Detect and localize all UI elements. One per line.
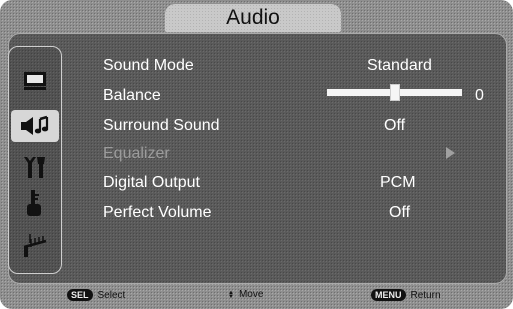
- lock-icon[interactable]: [17, 187, 53, 219]
- select-label: Select: [97, 289, 126, 301]
- audio-icon[interactable]: [11, 110, 59, 142]
- return-label: Return: [410, 289, 441, 301]
- menu-panel: [8, 33, 507, 284]
- footer-return-hint: MENU Return: [371, 289, 441, 301]
- menu-item-surround-sound[interactable]: Surround Sound: [103, 117, 220, 135]
- submenu-arrow-icon: [446, 147, 455, 159]
- footer-move-hint: ▲ ▼ Move: [228, 289, 263, 300]
- menu-item-perfect-volume[interactable]: Perfect Volume: [103, 204, 212, 222]
- menu-item-equalizer: Equalizer: [103, 145, 170, 162]
- footer-select-hint: SEL Select: [67, 289, 125, 301]
- menu-item-balance[interactable]: Balance: [103, 87, 161, 105]
- digital-output-value: PCM: [380, 174, 416, 191]
- channel-antenna-icon[interactable]: [17, 229, 53, 261]
- move-label: Move: [238, 289, 264, 300]
- menu-key-icon: MENU: [371, 289, 406, 301]
- perfect-volume-value: Off: [389, 204, 411, 221]
- setup-icon[interactable]: [17, 151, 53, 183]
- sound-mode-value: Standard: [367, 57, 432, 74]
- menu-item-sound-mode[interactable]: Sound Mode: [103, 57, 194, 75]
- sel-key-icon: SEL: [67, 289, 93, 301]
- up-down-arrows-icon: ▲ ▼: [228, 289, 234, 300]
- surround-sound-value: Off: [384, 117, 406, 134]
- menu-item-digital-output[interactable]: Digital Output: [103, 174, 200, 192]
- category-sidebar: [8, 46, 62, 274]
- menu-title: Audio: [226, 6, 280, 29]
- balance-slider-knob[interactable]: [389, 84, 400, 101]
- picture-icon[interactable]: [17, 65, 53, 97]
- balance-value: 0: [475, 87, 484, 104]
- tv-osd-screen: Audio Sound Mode Standard Balance 0 Surr…: [0, 0, 513, 309]
